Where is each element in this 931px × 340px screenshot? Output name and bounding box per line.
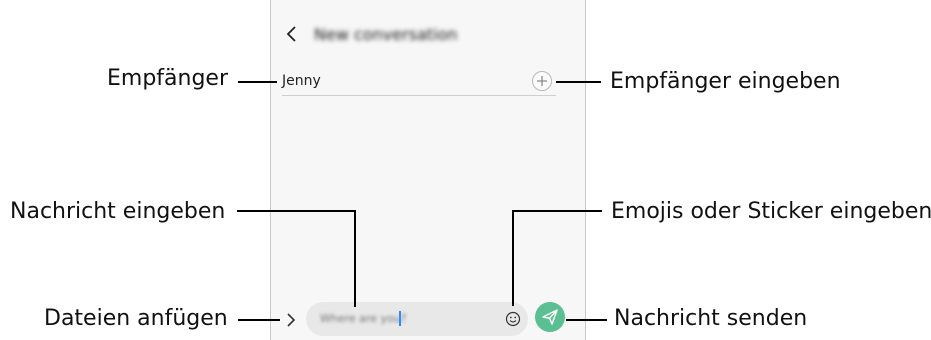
callout-send-message: Nachricht senden (614, 306, 808, 331)
callout-enter-recipient: Empfänger eingeben (610, 69, 841, 94)
paper-plane-icon (542, 309, 558, 325)
message-placeholder: Where are you? (320, 312, 407, 325)
recipient-underline (282, 95, 556, 96)
callout-recipient: Empfänger (107, 66, 229, 91)
callout-line-enter-message-h (237, 210, 355, 212)
text-cursor (399, 311, 401, 326)
recipient-name: Jenny (282, 73, 321, 89)
callout-line-send-message (566, 319, 607, 321)
plus-icon (537, 76, 547, 86)
smiley-icon (505, 311, 521, 327)
recipient-field[interactable] (282, 66, 556, 96)
page-title: New conversation (314, 25, 458, 44)
phone-screen (270, 0, 586, 340)
callout-line-enter-emoji-h (512, 210, 602, 212)
emoji-button[interactable] (505, 311, 521, 327)
callout-line-attach-files (238, 319, 280, 321)
callout-line-enter-recipient (556, 81, 601, 83)
callout-line-enter-emoji-v (512, 210, 514, 306)
attach-button[interactable] (284, 312, 298, 328)
send-button[interactable] (535, 302, 565, 332)
chevron-left-icon (286, 26, 296, 42)
callout-line-enter-message-v (354, 210, 356, 307)
callout-enter-message: Nachricht eingeben (10, 199, 226, 224)
callout-attach-files: Dateien anfügen (44, 306, 228, 331)
callout-enter-emoji: Emojis oder Sticker eingeben (611, 199, 931, 224)
add-recipient-button[interactable] (532, 71, 552, 91)
callout-line-recipient (238, 81, 277, 83)
chevron-right-icon (287, 313, 296, 327)
back-button[interactable] (282, 24, 302, 44)
